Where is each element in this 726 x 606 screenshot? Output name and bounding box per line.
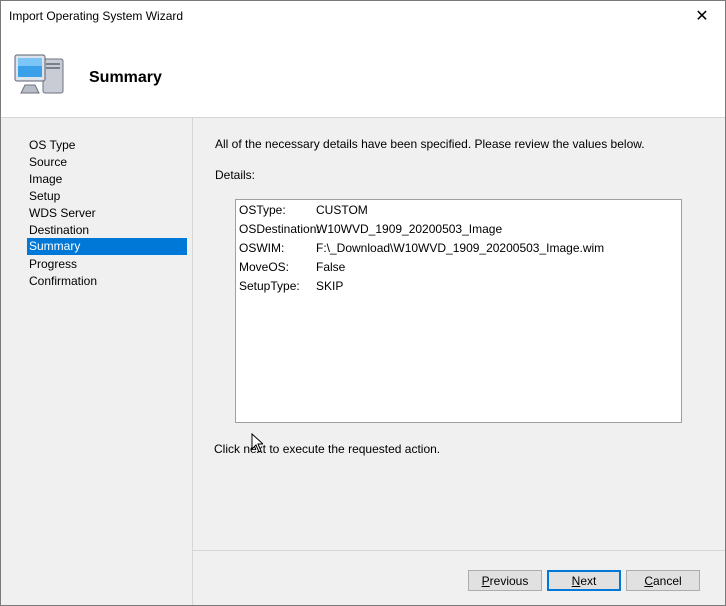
accelerator-key: P	[481, 574, 490, 588]
detail-key: OSDestination:	[239, 222, 320, 236]
nav-item-setup: Setup	[29, 189, 61, 203]
previous-button[interactable]: Previous	[468, 570, 542, 591]
wizard-header: Summary	[1, 31, 725, 118]
nav-item-os-type: OS Type	[29, 138, 76, 152]
button-label-rest: revious	[489, 574, 529, 588]
nav-item-wds-server: WDS Server	[29, 206, 96, 220]
nav-item-progress: Progress	[29, 257, 78, 271]
cancel-button[interactable]: Cancel	[626, 570, 700, 591]
detail-key: SetupType:	[239, 279, 300, 293]
details-textbox[interactable]: OSType: CUSTOM OSDestination: W10WVD_190…	[235, 199, 682, 423]
mouse-pointer-icon	[251, 433, 263, 453]
detail-key: OSType:	[239, 203, 286, 217]
nav-item-destination: Destination	[29, 223, 90, 237]
nav-item-image: Image	[29, 172, 63, 186]
nav-item-confirmation: Confirmation	[29, 274, 98, 288]
next-button[interactable]: Next	[547, 570, 621, 591]
instruction-text: Click next to execute the requested acti…	[214, 442, 441, 456]
wizard-content: All of the necessary details have been s…	[193, 118, 725, 551]
computer-icon	[14, 54, 64, 94]
close-icon: ✕	[695, 8, 709, 25]
nav-item-summary: Summary	[27, 238, 187, 255]
detail-value: F:\_Download\W10WVD_1909_20200503_Image.…	[316, 241, 605, 255]
close-button[interactable]: ✕	[679, 1, 725, 31]
detail-value: SKIP	[316, 279, 344, 293]
button-label-rest: ext	[580, 574, 597, 588]
button-label-rest: ancel	[652, 574, 682, 588]
detail-value: W10WVD_1909_20200503_Image	[316, 222, 503, 236]
nav-item-source: Source	[29, 155, 68, 169]
wizard-window: Import Operating System Wizard ✕ Summary…	[0, 0, 726, 606]
details-label: Details:	[215, 168, 256, 182]
wizard-steps-nav: OS Type Source Image Setup WDS Server De…	[1, 118, 193, 605]
detail-value: CUSTOM	[316, 203, 368, 217]
intro-text: All of the necessary details have been s…	[215, 137, 645, 151]
detail-value: False	[316, 260, 346, 274]
window-title: Import Operating System Wizard	[9, 9, 184, 23]
title-bar[interactable]: Import Operating System Wizard ✕	[1, 1, 725, 31]
detail-key: MoveOS:	[239, 260, 290, 274]
accelerator-key: C	[644, 574, 653, 588]
page-title: Summary	[89, 69, 162, 86]
detail-key: OSWIM:	[239, 241, 285, 255]
